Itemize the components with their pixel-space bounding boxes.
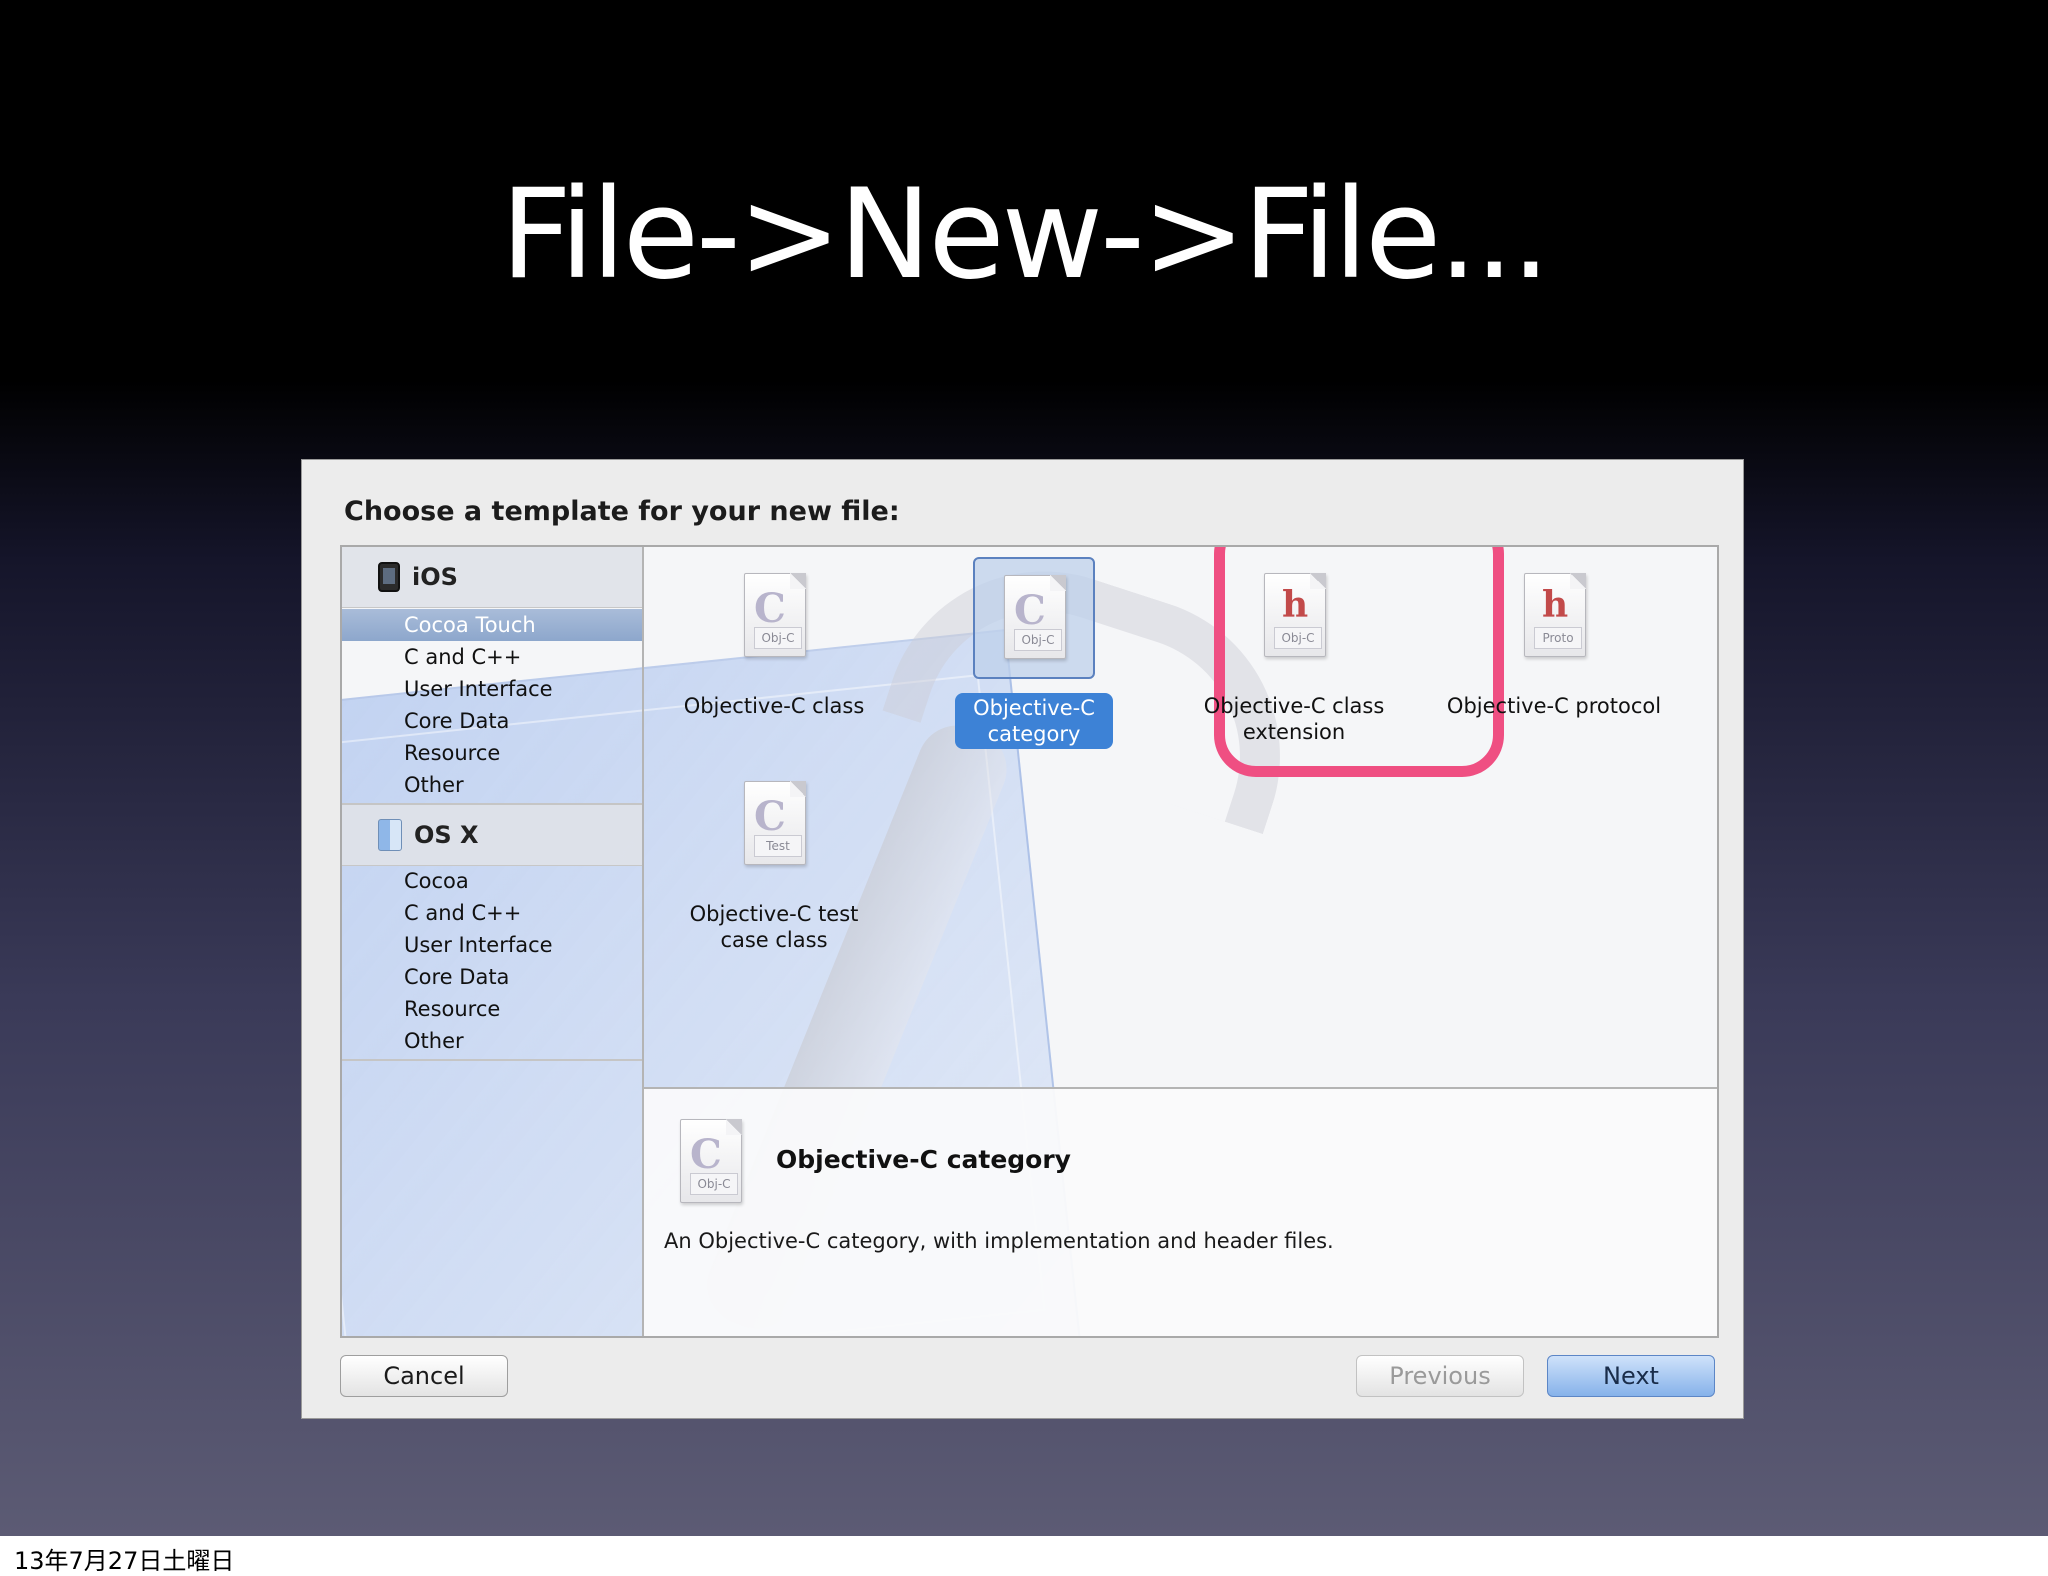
sidebar-item-other[interactable]: Other xyxy=(342,1025,642,1057)
sidebar-item-user-interface[interactable]: User Interface xyxy=(342,673,642,705)
template-label: Objective-C class extension xyxy=(1203,694,1385,744)
template-panel: iOS Cocoa Touch C and C++ User Interface… xyxy=(340,545,1719,1338)
sidebar-group-label: iOS xyxy=(412,563,458,591)
template-icon-frame: C Test xyxy=(713,765,835,887)
sidebar-item-cocoa-touch[interactable]: Cocoa Touch xyxy=(342,609,642,641)
slide-background: File->New->File... Choose a template for… xyxy=(0,0,2048,1536)
cancel-button[interactable]: Cancel xyxy=(340,1355,508,1397)
template-icon-frame: h Obj-C xyxy=(1233,557,1355,679)
template-objective-c-class[interactable]: C Obj-C Objective-C class xyxy=(649,557,899,719)
sidebar-item-resource[interactable]: Resource xyxy=(342,993,642,1025)
template-objective-c-class-extension[interactable]: h Obj-C Objective-C class extension xyxy=(1169,557,1419,745)
finder-icon xyxy=(378,819,402,851)
sidebar-divider xyxy=(342,1059,642,1061)
sidebar-item-cocoa[interactable]: Cocoa xyxy=(342,865,642,897)
template-label: Objective-C category xyxy=(955,693,1113,749)
new-file-dialog: Choose a template for your new file: iOS… xyxy=(302,460,1743,1418)
test-file-icon: C Test xyxy=(738,781,810,869)
template-icon-frame: C Obj-C xyxy=(713,557,835,679)
sidebar-group-label: OS X xyxy=(414,821,479,849)
template-objective-c-category[interactable]: C Obj-C Objective-C category xyxy=(909,557,1159,749)
slide-title: File->New->File... xyxy=(500,163,1551,307)
template-category-sidebar: iOS Cocoa Touch C and C++ User Interface… xyxy=(342,547,644,1336)
template-label: Objective-C class xyxy=(683,694,865,718)
iphone-icon xyxy=(378,562,400,592)
next-button[interactable]: Next xyxy=(1547,1355,1715,1397)
sidebar-item-resource[interactable]: Resource xyxy=(342,737,642,769)
objc-file-icon: C Obj-C xyxy=(998,575,1070,663)
sidebar-item-user-interface[interactable]: User Interface xyxy=(342,929,642,961)
sidebar-item-core-data[interactable]: Core Data xyxy=(342,961,642,993)
template-grid: C Obj-C Objective-C class C Obj-C Object… xyxy=(644,547,1717,1087)
template-detail-description: An Objective-C category, with implementa… xyxy=(664,1229,1334,1253)
previous-button[interactable]: Previous xyxy=(1356,1355,1524,1397)
template-label: Objective-C protocol xyxy=(1446,694,1662,718)
template-objective-c-test-case-class[interactable]: C Test Objective-C test case class xyxy=(649,765,899,953)
template-icon-frame: h Proto xyxy=(1493,557,1615,679)
protocol-file-icon: h Proto xyxy=(1518,573,1590,661)
template-objective-c-protocol[interactable]: h Proto Objective-C protocol xyxy=(1429,557,1679,719)
footer-date: 13年7月27日土曜日 xyxy=(14,1547,235,1575)
sidebar-item-c-and-cpp[interactable]: C and C++ xyxy=(342,641,642,673)
template-detail-title: Objective-C category xyxy=(776,1145,1071,1174)
objc-file-icon: C Obj-C xyxy=(738,573,810,661)
template-icon-frame: C Obj-C xyxy=(973,557,1095,679)
sidebar-item-other[interactable]: Other xyxy=(342,769,642,801)
objc-file-icon: C Obj-C xyxy=(674,1119,746,1207)
sidebar-item-core-data[interactable]: Core Data xyxy=(342,705,642,737)
sidebar-item-c-and-cpp[interactable]: C and C++ xyxy=(342,897,642,929)
header-file-icon: h Obj-C xyxy=(1258,573,1330,661)
template-label: Objective-C test case class xyxy=(689,902,859,952)
sidebar-group-ios[interactable]: iOS xyxy=(342,547,642,608)
template-description-panel: C Obj-C Objective-C category An Objectiv… xyxy=(644,1087,1717,1336)
dialog-prompt: Choose a template for your new file: xyxy=(344,496,900,527)
sidebar-group-osx[interactable]: OS X xyxy=(342,805,642,866)
